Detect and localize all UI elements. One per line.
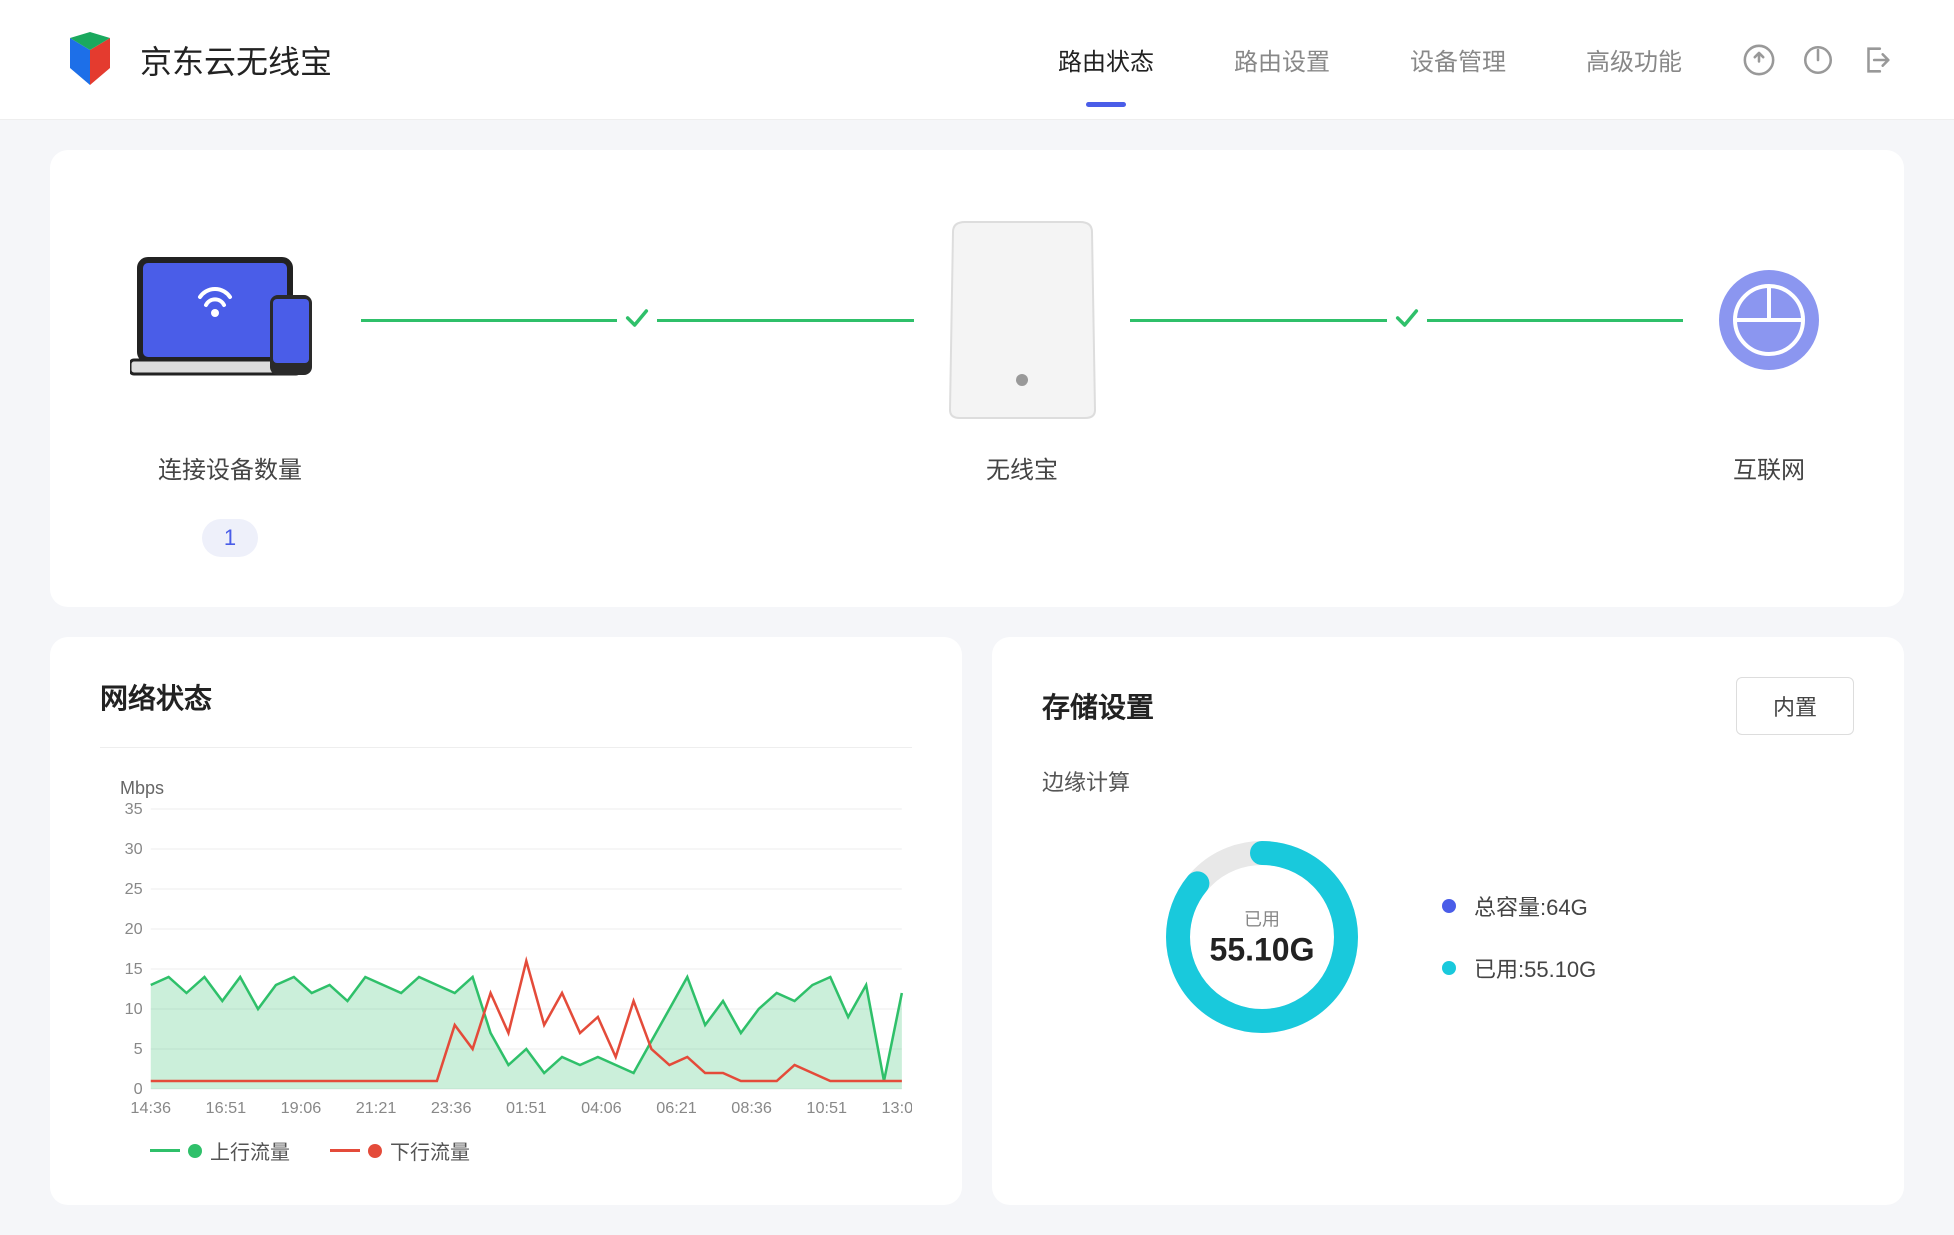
topo-link-right (1100, 220, 1715, 420)
nav-device-management[interactable]: 设备管理 (1410, 32, 1506, 87)
brand-title: 京东云无线宝 (140, 37, 332, 83)
devices-count[interactable]: 1 (202, 519, 258, 557)
nav-advanced[interactable]: 高级功能 (1586, 32, 1682, 87)
donut-used-value: 55.10G (1210, 932, 1315, 969)
topo-router: 无线宝 (945, 220, 1100, 485)
svg-text:5: 5 (134, 1040, 143, 1058)
logo: 京东云无线宝 (60, 30, 332, 90)
storage-card: 存储设置 内置 边缘计算 已用 55.10G (992, 637, 1904, 1205)
legend-upload-label: 上行流量 (210, 1136, 290, 1165)
chart-unit: Mbps (120, 778, 912, 799)
header: 京东云无线宝 路由状态 路由设置 设备管理 高级功能 (0, 0, 1954, 120)
svg-text:16:51: 16:51 (206, 1099, 247, 1117)
legend-used-label: 已用:55.10G (1474, 952, 1596, 984)
internet-label: 互联网 (1733, 450, 1805, 485)
power-icon[interactable] (1801, 43, 1835, 77)
logout-icon[interactable] (1860, 43, 1894, 77)
svg-text:10:51: 10:51 (806, 1099, 847, 1117)
devices-label: 连接设备数量 (158, 450, 302, 485)
globe-icon (1714, 265, 1824, 375)
nav: 路由状态 路由设置 设备管理 高级功能 (1058, 32, 1682, 87)
router-icon (945, 220, 1100, 420)
legend-total: 总容量:64G (1442, 890, 1596, 922)
legend-download-label: 下行流量 (390, 1136, 470, 1165)
topo-devices: 连接设备数量 1 (130, 220, 330, 557)
update-icon[interactable] (1742, 43, 1776, 77)
svg-text:0: 0 (134, 1080, 143, 1098)
legend-total-label: 总容量:64G (1474, 890, 1588, 922)
storage-title: 存储设置 (1042, 686, 1154, 726)
svg-text:04:06: 04:06 (581, 1099, 622, 1117)
network-chart: Mbps 0 5 10 15 20 25 30 35 14:36 16:51 19:06 21:21 2… (100, 747, 912, 1165)
nav-router-status[interactable]: 路由状态 (1058, 32, 1154, 87)
svg-text:15: 15 (125, 960, 143, 978)
legend-upload: 上行流量 (150, 1136, 290, 1165)
check-icon (623, 304, 651, 332)
svg-text:08:36: 08:36 (731, 1099, 772, 1117)
topology-card: 连接设备数量 1 无线宝 (50, 150, 1904, 607)
svg-text:25: 25 (125, 880, 143, 898)
svg-text:21:21: 21:21 (356, 1099, 397, 1117)
topo-internet: 互联网 (1714, 220, 1824, 485)
storage-internal-button[interactable]: 内置 (1736, 677, 1854, 735)
nav-router-settings[interactable]: 路由设置 (1234, 32, 1330, 87)
storage-donut: 已用 55.10G (1162, 837, 1362, 1037)
svg-text:14:36: 14:36 (130, 1099, 171, 1117)
svg-text:06:21: 06:21 (656, 1099, 697, 1117)
legend-used: 已用:55.10G (1442, 952, 1596, 984)
brand-logo-icon (60, 30, 120, 90)
devices-icon (130, 255, 330, 385)
storage-subtitle: 边缘计算 (1042, 765, 1854, 797)
network-status-card: 网络状态 Mbps 0 5 10 15 20 25 30 35 14:36 16:51 19:06 2… (50, 637, 962, 1205)
svg-text:10: 10 (125, 1000, 143, 1018)
svg-text:01:51: 01:51 (506, 1099, 547, 1117)
legend-download: 下行流量 (330, 1136, 470, 1165)
svg-text:23:36: 23:36 (431, 1099, 472, 1117)
svg-text:20: 20 (125, 920, 143, 938)
router-label: 无线宝 (986, 450, 1058, 485)
check-icon (1393, 304, 1421, 332)
svg-text:13:06: 13:06 (882, 1099, 912, 1117)
svg-text:19:06: 19:06 (281, 1099, 322, 1117)
donut-used-label: 已用 (1210, 906, 1315, 932)
svg-text:35: 35 (125, 800, 143, 818)
header-icon-group (1742, 43, 1894, 77)
network-title: 网络状态 (100, 677, 212, 717)
topo-link-left (330, 220, 945, 420)
svg-text:30: 30 (125, 840, 143, 858)
main: 连接设备数量 1 无线宝 (0, 120, 1954, 1235)
